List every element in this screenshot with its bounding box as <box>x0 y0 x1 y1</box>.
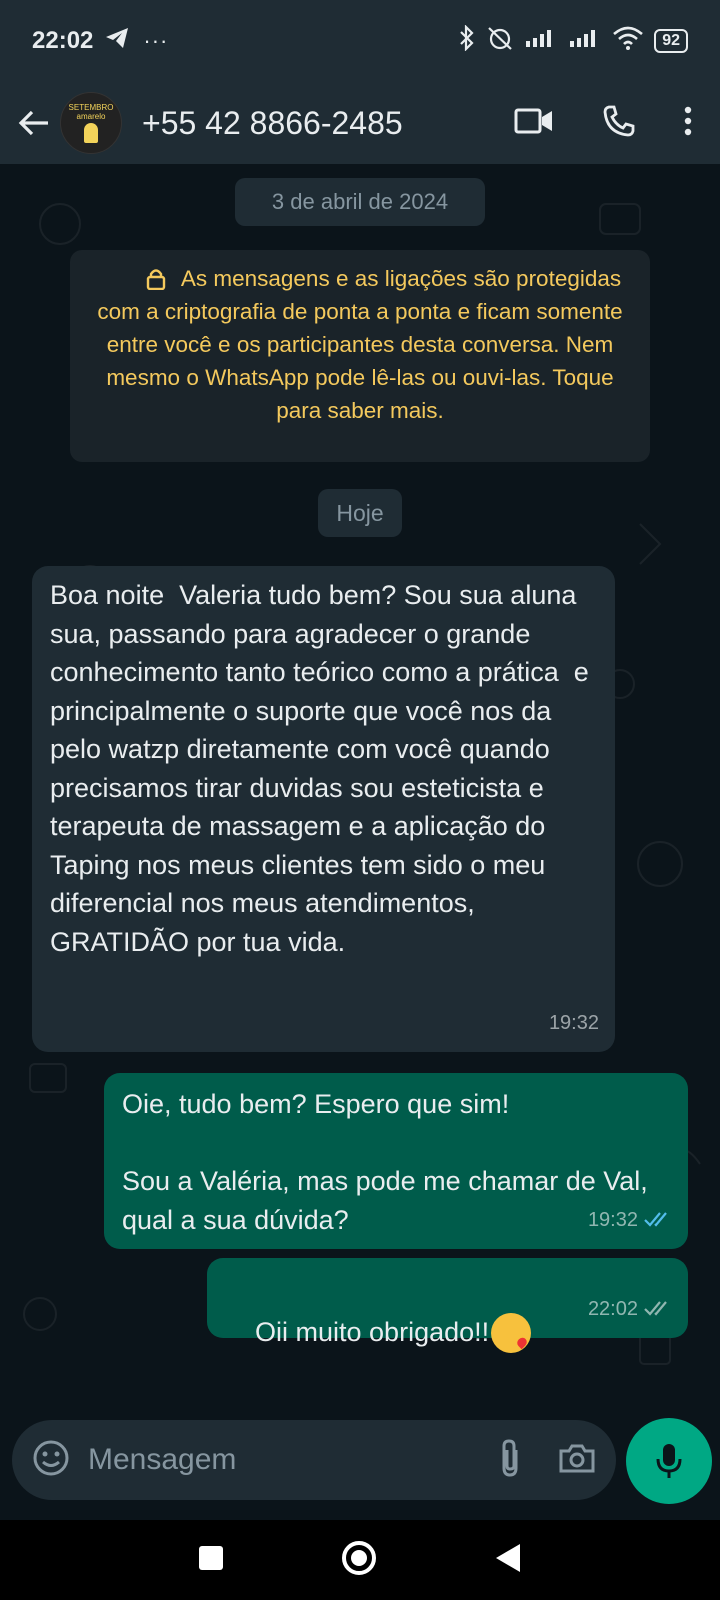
signal-icon-2 <box>568 27 602 56</box>
message-meta: 19:32 <box>588 1201 672 1240</box>
phone-icon <box>603 105 635 136</box>
camera-icon <box>559 1444 595 1472</box>
message-input[interactable]: Mensagem <box>12 1420 616 1500</box>
message-outgoing[interactable]: Oii muito obrigado!! 22:02 <box>207 1258 688 1354</box>
message-time: 19:32 <box>587 1208 638 1231</box>
telegram-icon <box>105 27 129 55</box>
status-icons: 92 <box>458 23 688 58</box>
triangle-back-icon <box>496 1543 520 1572</box>
alarm-off-icon <box>486 25 514 58</box>
message-meta: 22:02 <box>588 1290 672 1329</box>
message-text: Oii muito obrigado!! <box>255 1316 490 1347</box>
double-check-icon <box>644 1301 667 1316</box>
avatar[interactable]: SETEMBRO amarelo <box>60 92 122 154</box>
message-meta: 19:32 <box>549 1004 599 1043</box>
contact-name[interactable]: +55 42 8866-2485 <box>142 105 403 142</box>
message-time: 22:02 <box>587 1297 638 1320</box>
kebab-menu-icon <box>684 106 692 135</box>
back-arrow-icon <box>18 110 48 136</box>
double-check-read-icon <box>644 1212 667 1227</box>
paperclip-icon <box>502 1438 518 1477</box>
message-text: Boa noite Valeria tudo bem? Sou sua alun… <box>50 580 597 957</box>
back-nav-button[interactable] <box>494 1542 522 1579</box>
status-bar: 22:02 ··· 92 <box>0 0 720 82</box>
video-camera-icon <box>514 108 552 133</box>
microphone-icon <box>656 1444 682 1478</box>
message-incoming[interactable]: Boa noite Valeria tudo bem? Sou sua alun… <box>32 566 615 1052</box>
voice-call-button[interactable] <box>602 104 636 143</box>
home-circle-icon <box>342 1540 376 1575</box>
input-actions <box>498 1438 596 1483</box>
kiss-emoji-icon <box>491 1313 532 1354</box>
ribbon-icon <box>84 123 98 143</box>
battery-indicator: 92 <box>654 29 688 53</box>
message-input-placeholder[interactable]: Mensagem <box>88 1443 236 1477</box>
bluetooth-icon <box>458 23 476 58</box>
composer: Mensagem <box>0 1418 720 1520</box>
home-button[interactable] <box>340 1539 378 1582</box>
lock-icon <box>146 269 166 290</box>
system-nav-bar <box>0 1520 720 1600</box>
signal-icon-1 <box>524 27 558 56</box>
square-icon <box>199 1545 223 1570</box>
status-time: 22:02 <box>32 27 94 54</box>
header-actions <box>514 104 706 143</box>
more-notifications-icon: ··· <box>143 28 169 53</box>
encryption-notice-text: As mensagens e as ligações são protegida… <box>97 266 623 423</box>
attach-button[interactable] <box>498 1438 522 1483</box>
voice-record-button[interactable] <box>626 1418 712 1504</box>
chat-header: SETEMBRO amarelo +55 42 8866-2485 <box>0 82 720 164</box>
message-outgoing[interactable]: Oie, tudo bem? Espero que sim! Sou a Val… <box>104 1073 688 1249</box>
avatar-text: SETEMBRO amarelo <box>68 103 114 121</box>
emoji-icon <box>33 1440 69 1475</box>
recents-button[interactable] <box>198 1545 224 1576</box>
date-chip: 3 de abril de 2024 <box>235 178 485 226</box>
today-chip: Hoje <box>318 489 402 537</box>
wifi-icon <box>612 26 644 57</box>
camera-button[interactable] <box>558 1442 596 1479</box>
menu-button[interactable] <box>684 106 692 141</box>
emoji-button[interactable] <box>32 1439 70 1482</box>
message-time: 19:32 <box>548 1011 599 1034</box>
video-call-button[interactable] <box>514 107 554 140</box>
encryption-notice[interactable]: As mensagens e as ligações são protegida… <box>70 250 650 462</box>
back-button[interactable] <box>14 103 54 143</box>
